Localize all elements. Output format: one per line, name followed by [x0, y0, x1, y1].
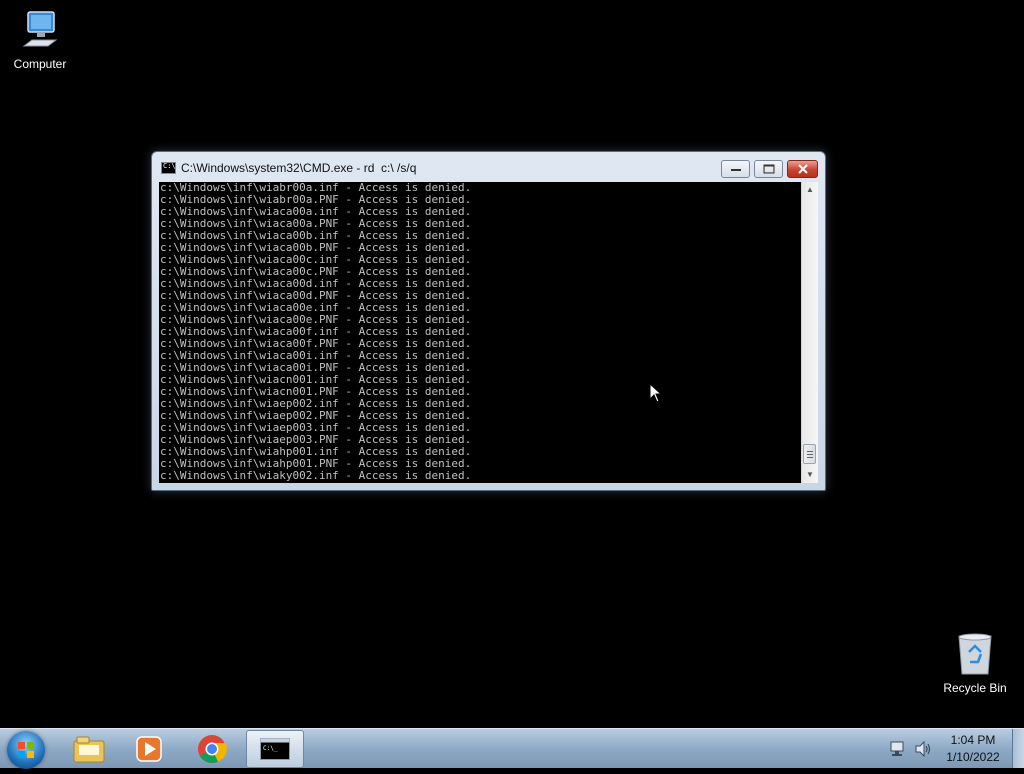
restore-button[interactable]	[754, 160, 783, 178]
window-title: C:\Windows\system32\CMD.exe - rd c:\ /s/…	[181, 161, 417, 175]
desktop-icon-computer[interactable]: Computer	[0, 8, 80, 71]
computer-icon	[22, 11, 58, 47]
recycle-bin-icon	[958, 633, 992, 675]
close-button[interactable]	[787, 160, 818, 178]
vertical-scrollbar[interactable]: ▲ ▼	[801, 182, 818, 483]
scrollbar-thumb[interactable]	[803, 444, 816, 464]
taskbar-chrome-button[interactable]	[183, 730, 241, 768]
console-line: c:\Windows\inf\wiaky002.inf - Access is …	[160, 469, 472, 482]
restore-icon	[763, 164, 774, 174]
mouse-cursor-icon	[649, 383, 663, 403]
svg-text:C:\_: C:\_	[263, 745, 278, 752]
windows-orb-icon	[18, 742, 34, 758]
minimize-icon	[730, 169, 741, 171]
close-icon	[797, 164, 808, 174]
taskbar-explorer-button[interactable]	[60, 730, 118, 768]
network-icon[interactable]	[890, 741, 908, 757]
console-output[interactable]: c:\Windows\inf\wiabr00a.inf - Access is …	[159, 182, 801, 483]
desktop-icon-recycle-bin[interactable]: Recycle Bin	[935, 632, 1015, 695]
clock-time: 1:04 PM	[950, 733, 996, 747]
cmd-icon: C:\_	[260, 738, 290, 760]
desktop-icon-label: Computer	[13, 57, 67, 71]
clock-date: 1/10/2022	[946, 750, 1000, 764]
start-button[interactable]	[7, 731, 45, 769]
volume-icon[interactable]	[914, 741, 932, 757]
chrome-icon	[198, 735, 227, 763]
scroll-down-arrow-icon[interactable]: ▼	[802, 467, 818, 483]
cmd-icon: C:\_	[161, 162, 180, 174]
cmd-window[interactable]: C:\_ C:\Windows\system32\CMD.exe - rd c:…	[151, 151, 826, 491]
minimize-button[interactable]	[721, 160, 750, 178]
system-clock[interactable]: 1:04 PM 1/10/2022	[938, 732, 1008, 766]
scroll-up-arrow-icon[interactable]: ▲	[802, 182, 818, 198]
file-explorer-icon	[73, 736, 105, 763]
taskbar-cmd-button[interactable]: C:\_	[246, 730, 304, 768]
media-player-icon	[136, 736, 162, 762]
taskbar: C:\_ 1:04 PM 1/10/2022	[0, 728, 1024, 769]
desktop-icon-label: Recycle Bin	[943, 681, 1007, 695]
show-desktop-button[interactable]	[1012, 729, 1024, 768]
taskbar-media-player-button[interactable]	[120, 730, 178, 768]
window-titlebar[interactable]: C:\_ C:\Windows\system32\CMD.exe - rd c:…	[152, 152, 825, 184]
